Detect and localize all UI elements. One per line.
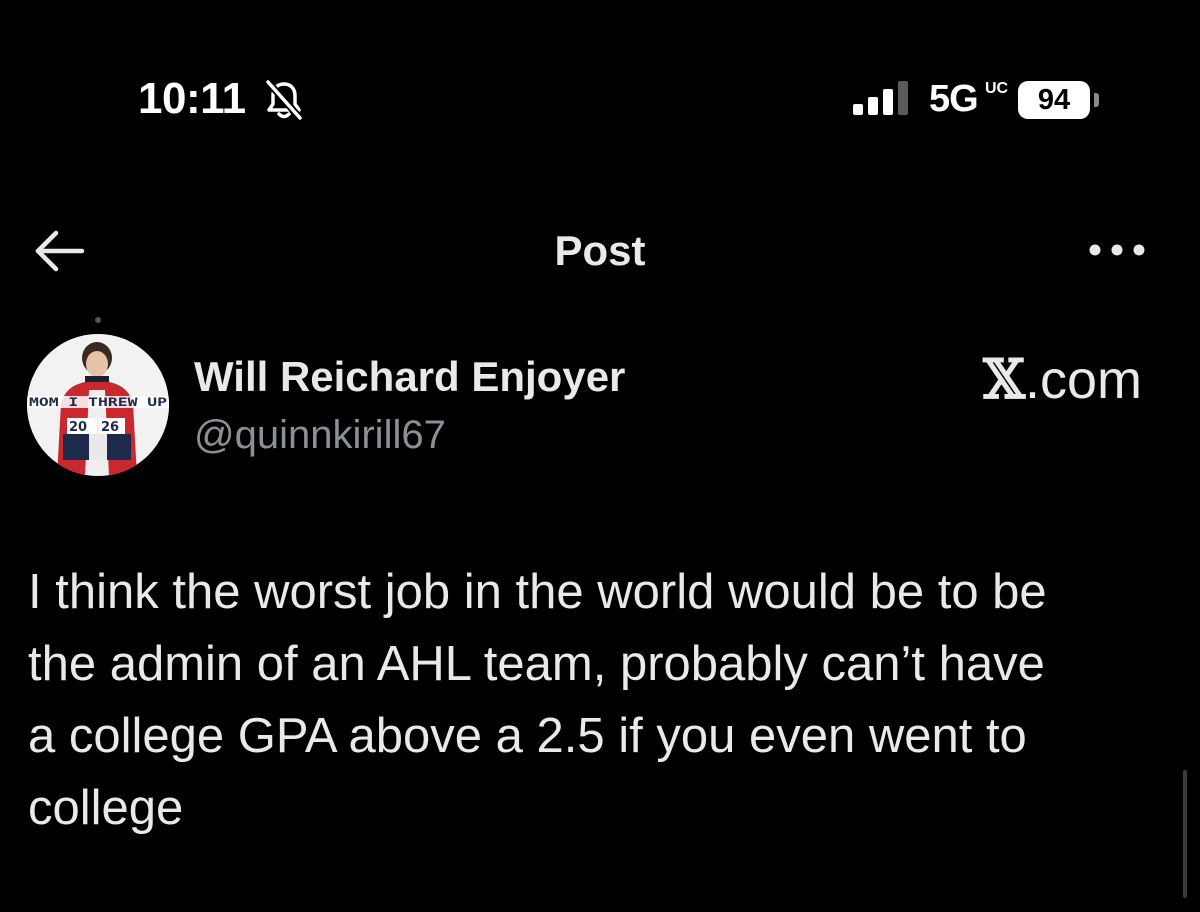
avatar-number-right: 26 (101, 420, 119, 435)
more-options-icon[interactable] (1087, 239, 1147, 261)
battery-level: 94 (1037, 84, 1071, 116)
avatar-number-left: 20 (69, 420, 87, 435)
battery-tip (1094, 93, 1099, 107)
author-name[interactable]: Will Reichard Enjoyer (194, 352, 625, 402)
signal-bars-icon (853, 81, 908, 115)
source-domain: .com (1024, 350, 1142, 410)
x-logo-icon: 𝕏 (983, 347, 1025, 411)
avatar[interactable]: MOM I THREW UP 20 26 (27, 334, 169, 476)
avatar-caption: MOM I THREW UP (29, 395, 167, 409)
bell-slash-icon (265, 79, 303, 121)
thread-connector-dot (95, 317, 101, 323)
post-text: I think the worst job in the world would… (28, 565, 1047, 835)
author-handle[interactable]: @quinnkirill67 (194, 411, 446, 459)
status-time: 10:11 (138, 74, 246, 123)
page-title: Post (554, 227, 646, 274)
avatar-image: MOM I THREW UP 20 26 (27, 334, 169, 476)
source-watermark: 𝕏.com (983, 348, 1142, 411)
network-type: 5G (929, 78, 979, 120)
battery-indicator: 94 (1018, 81, 1090, 119)
network-badge: UC (985, 80, 1009, 97)
scrollbar[interactable] (1183, 770, 1187, 898)
